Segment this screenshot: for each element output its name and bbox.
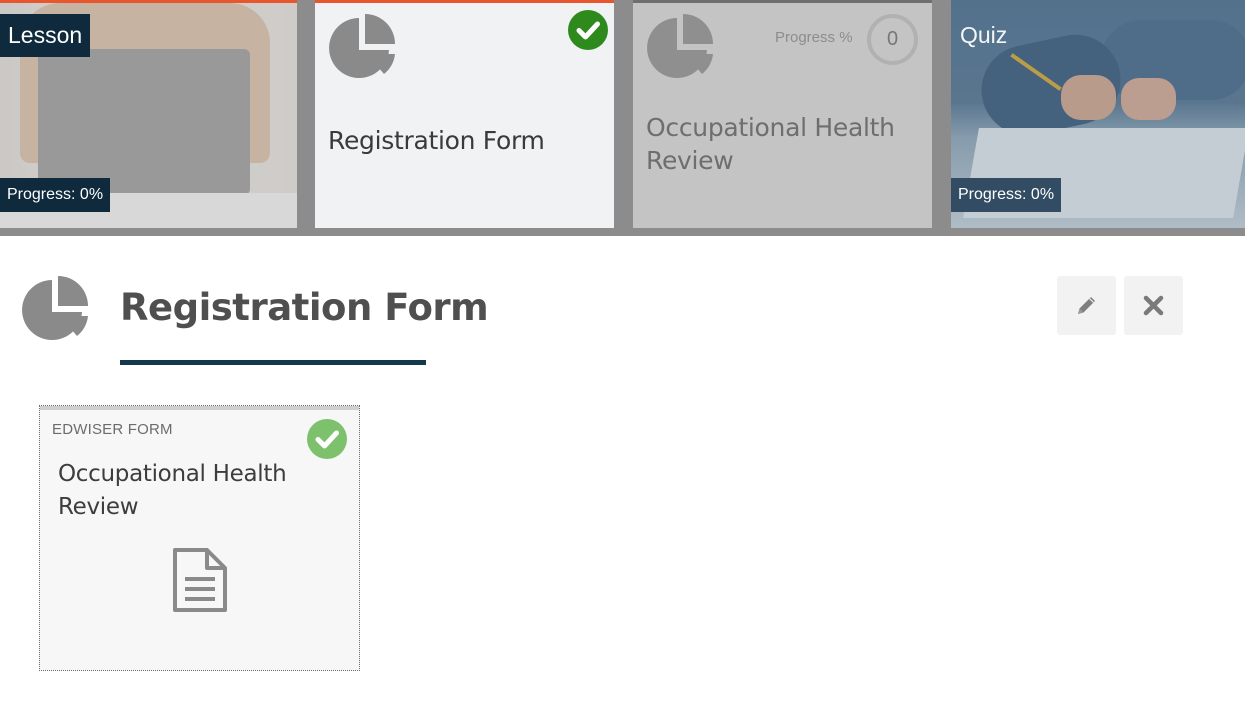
completed-check-icon [568,10,608,50]
tile-title: Occupational Health Review [646,113,895,175]
activity-tiles-strip: Lesson Progress: 0% Registration Form Pr… [0,0,1245,236]
close-icon [1143,295,1164,316]
progress-percent-label: Progress % [775,29,853,46]
pie-chart-icon [22,276,88,340]
tile-lesson[interactable]: Lesson Progress: 0% [0,0,297,228]
pencil-icon [1078,297,1095,314]
progress-ring: 0 [867,14,918,65]
tile-title: Registration Form [328,126,545,155]
tile-progress-label: Progress: 0% [0,178,111,212]
title-underline [120,360,426,365]
card-type-label: EDWISER FORM [52,421,173,438]
progress-ring-value: 0 [886,28,899,50]
tile-progress-label: Progress: 0% [951,178,1062,212]
tile-occupational-health-review[interactable]: Progress % 0 Occupational Health Review [633,0,932,228]
tile-type-label: Lesson [0,14,91,57]
section-title: Registration Form [120,286,489,329]
completed-check-icon [307,419,347,459]
tile-quiz[interactable]: Quiz Progress: 0% [951,0,1245,228]
tile-type-label: Quiz [960,22,1008,48]
pie-chart-icon [329,14,395,78]
edit-button[interactable] [1057,276,1116,335]
card-title: Occupational Health Review [58,461,287,520]
document-icon [173,548,227,612]
card-top-bar [40,406,359,410]
pie-chart-icon [647,14,713,78]
close-button[interactable] [1124,276,1183,335]
edwiser-form-card[interactable]: EDWISER FORM Occupational Health Review [39,405,360,671]
tile-registration-form[interactable]: Registration Form [315,0,614,228]
